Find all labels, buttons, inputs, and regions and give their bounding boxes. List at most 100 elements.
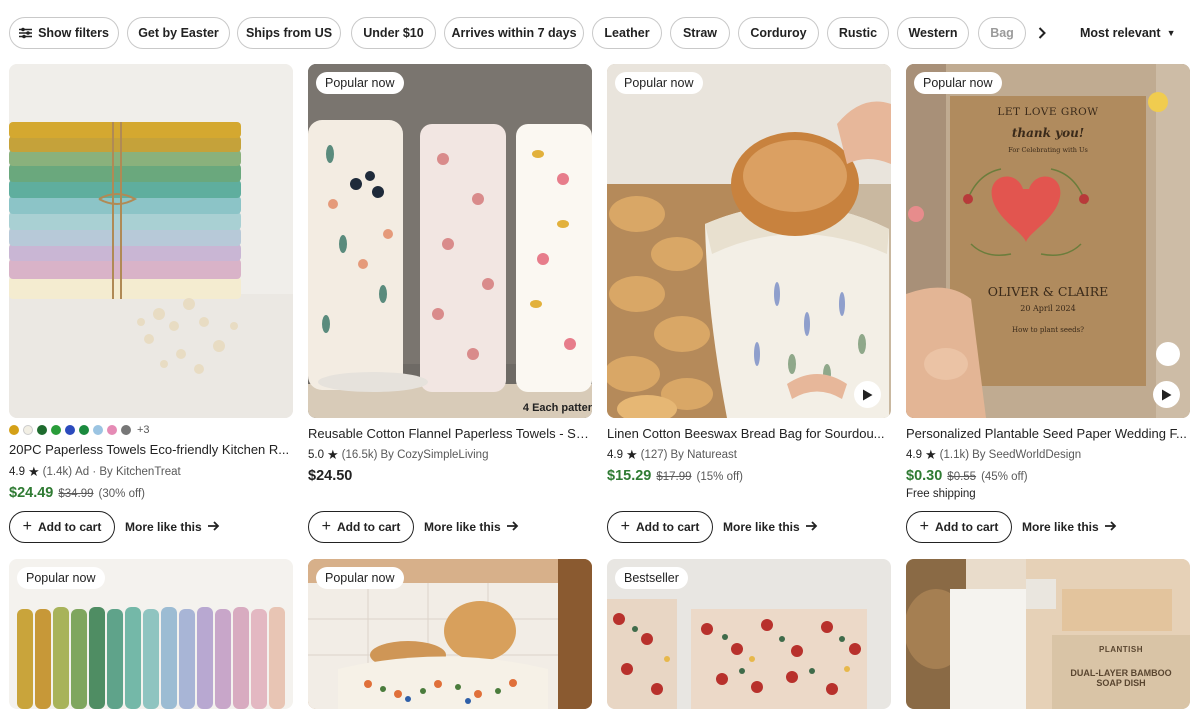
filter-chip-ships-us[interactable]: Ships from US — [237, 17, 341, 49]
price: $24.50 — [308, 468, 353, 484]
add-to-cart-button[interactable]: + Add to cart — [607, 511, 713, 543]
filter-chip-bag[interactable]: Bag — [978, 17, 1026, 49]
product-card[interactable]: PLANTISH DUAL-LAYER BAMBOO SOAP DISH — [906, 559, 1190, 709]
filter-bar: Show filters Get by Easter Ships from US… — [0, 0, 1200, 64]
chevron-right-icon[interactable] — [1034, 22, 1050, 44]
swatch[interactable] — [93, 425, 103, 435]
swatch[interactable] — [51, 425, 61, 435]
swatch[interactable] — [23, 425, 33, 435]
chip-label: Western — [908, 26, 958, 40]
product-image[interactable]: Popular now — [9, 559, 293, 709]
product-image[interactable]: Popular now 4 Each patter — [308, 64, 592, 418]
seller-name: By SeedWorldDesign — [972, 449, 1082, 461]
product-title[interactable]: 20PC Paperless Towels Eco-friendly Kitch… — [9, 442, 293, 457]
product-rating: 4.9 ★ (1.4k) Ad · By KitchenTreat — [9, 464, 181, 480]
plus-icon: + — [321, 518, 331, 535]
product-image[interactable] — [9, 64, 293, 418]
review-count: (1.1k) — [939, 449, 970, 461]
star-icon: ★ — [626, 447, 638, 462]
swatch[interactable] — [121, 425, 131, 435]
plus-icon: + — [620, 518, 630, 535]
product-rating: 4.9 ★ (127) By Natureast — [607, 447, 737, 463]
chip-label: Leather — [604, 26, 650, 40]
play-video-icon[interactable] — [1153, 381, 1180, 408]
swatch[interactable] — [65, 425, 75, 435]
more-like-this-link[interactable]: More like this — [1022, 511, 1117, 543]
chip-label: Straw — [682, 26, 718, 40]
product-card[interactable]: Popular now 4 Each patter Reusable Cotto… — [308, 64, 592, 544]
swatch[interactable] — [79, 425, 89, 435]
add-to-cart-label: Add to cart — [935, 520, 999, 534]
product-title[interactable]: Linen Cotton Beeswax Bread Bag for Sourd… — [607, 426, 891, 441]
popular-now-badge: Popular now — [17, 567, 105, 589]
product-card[interactable]: Popular now — [308, 559, 592, 709]
product-title[interactable]: Reusable Cotton Flannel Paperless Towels… — [308, 426, 592, 441]
more-like-this-link[interactable]: More like this — [125, 511, 220, 543]
filter-chip-under-10[interactable]: Under $10 — [351, 17, 436, 49]
product-image[interactable]: Bestseller — [607, 559, 891, 709]
review-count: (127) — [640, 449, 668, 461]
product-line-2: SOAP DISH — [1096, 678, 1146, 688]
arrow-right-icon — [506, 520, 519, 534]
filter-chip-straw[interactable]: Straw — [670, 17, 730, 49]
star-icon: ★ — [327, 447, 339, 462]
chip-label: Ships from US — [245, 26, 333, 40]
popular-now-badge: Popular now — [316, 72, 404, 94]
arrow-right-icon — [207, 520, 220, 534]
sort-dropdown[interactable]: Most relevant ▼ — [1080, 17, 1176, 49]
product-card[interactable]: Popular now Linen Cotton Beeswax Bread B… — [607, 64, 891, 544]
sort-label: Most relevant — [1080, 26, 1161, 40]
show-filters-button[interactable]: Show filters — [9, 17, 119, 49]
seed-card-text: LET LOVE GROW thank you! For Celebrating… — [950, 96, 1146, 386]
filter-chip-corduroy[interactable]: Corduroy — [738, 17, 819, 49]
plus-icon: + — [919, 518, 929, 535]
filter-chip-western[interactable]: Western — [897, 17, 969, 49]
filter-chip-arrives-7-days[interactable]: Arrives within 7 days — [444, 17, 584, 49]
add-to-cart-button[interactable]: + Add to cart — [906, 511, 1012, 543]
star-icon: ★ — [925, 447, 937, 462]
discount-percent: (15% off) — [696, 471, 743, 483]
rating-score: 5.0 — [308, 449, 324, 461]
bestseller-badge: Bestseller — [615, 567, 688, 589]
product-price: $0.30 $0.55 (45% off) — [906, 468, 1028, 484]
play-video-icon[interactable] — [854, 381, 881, 408]
swatch[interactable] — [37, 425, 47, 435]
more-like-this-link[interactable]: More like this — [723, 511, 818, 543]
add-to-cart-button[interactable]: + Add to cart — [9, 511, 115, 543]
product-image[interactable]: Popular now — [308, 559, 592, 709]
filter-chip-easter[interactable]: Get by Easter — [127, 17, 230, 49]
arrow-right-icon — [805, 520, 818, 534]
original-price: $34.99 — [58, 488, 94, 500]
filter-chip-leather[interactable]: Leather — [592, 17, 662, 49]
sale-price: $0.30 — [906, 468, 943, 484]
more-like-this-label: More like this — [125, 520, 202, 534]
product-card[interactable]: LET LOVE GROW thank you! For Celebrating… — [906, 64, 1190, 544]
filter-chip-rustic[interactable]: Rustic — [827, 17, 889, 49]
swatch[interactable] — [9, 425, 19, 435]
sale-price: $24.49 — [9, 485, 54, 501]
popular-now-badge: Popular now — [615, 72, 703, 94]
star-icon: ★ — [28, 464, 40, 479]
original-price: $17.99 — [656, 471, 692, 483]
product-image[interactable]: LET LOVE GROW thank you! For Celebrating… — [906, 64, 1190, 418]
product-card[interactable]: Bestseller — [607, 559, 891, 709]
caret-down-icon: ▼ — [1166, 28, 1176, 38]
arrow-right-icon — [1104, 520, 1117, 534]
chip-label: Bag — [990, 26, 1014, 40]
more-like-this-link[interactable]: More like this — [424, 511, 519, 543]
chip-label: Under $10 — [363, 26, 424, 40]
product-image[interactable]: PLANTISH DUAL-LAYER BAMBOO SOAP DISH — [906, 559, 1190, 709]
seed-card-thanks: thank you! — [1011, 126, 1085, 140]
image-overlay-text: 4 Each patter — [522, 402, 592, 414]
more-swatches-count: +3 — [137, 424, 150, 436]
add-to-cart-button[interactable]: + Add to cart — [308, 511, 414, 543]
product-title[interactable]: Personalized Plantable Seed Paper Weddin… — [906, 426, 1190, 441]
product-card[interactable]: Popular now — [9, 559, 293, 709]
popular-now-badge: Popular now — [316, 567, 404, 589]
brand-name: PLANTISH — [1099, 645, 1143, 654]
discount-percent: (45% off) — [981, 471, 1028, 483]
product-image[interactable]: Popular now — [607, 64, 891, 418]
more-like-this-label: More like this — [1022, 520, 1099, 534]
product-card[interactable]: +3 20PC Paperless Towels Eco-friendly Ki… — [9, 64, 293, 544]
swatch[interactable] — [107, 425, 117, 435]
